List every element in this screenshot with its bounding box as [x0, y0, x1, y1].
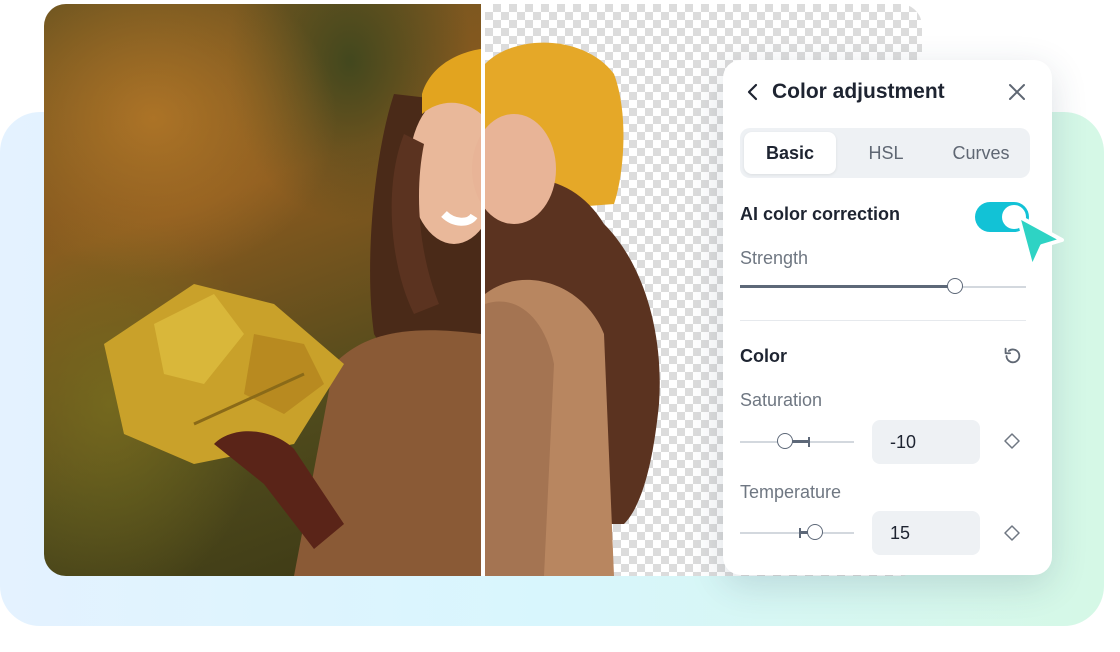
- ai-color-correction-label: AI color correction: [740, 204, 901, 224]
- saturation-label: Saturation: [740, 390, 823, 410]
- temperature-input[interactable]: [872, 511, 980, 555]
- tab-hsl[interactable]: HSL: [840, 132, 932, 174]
- left-person: [104, 49, 499, 576]
- saturation-input[interactable]: [872, 420, 980, 464]
- temperature-label: Temperature: [740, 482, 842, 502]
- tab-curves[interactable]: Curves: [936, 132, 1026, 174]
- right-person: [472, 42, 660, 576]
- color-section-label: Color: [740, 346, 787, 366]
- color-adjustment-panel: Color adjustment Basic HSL Curves AI col…: [723, 60, 1052, 575]
- temperature-slider-track[interactable]: [740, 532, 854, 534]
- strength-slider-thumb[interactable]: [946, 278, 963, 294]
- saturation-slider-thumb[interactable]: [777, 433, 793, 449]
- temperature-slider-thumb[interactable]: [807, 524, 823, 540]
- strength-slider-fill: [740, 285, 955, 288]
- compare-divider[interactable]: [481, 4, 485, 576]
- saturation-center-tick: [808, 437, 810, 447]
- mouse-pointer-icon: [1016, 214, 1064, 270]
- strength-label: Strength: [740, 248, 809, 268]
- keyframe-diamond-icon[interactable]: [1003, 432, 1021, 450]
- temperature-center-tick: [799, 528, 801, 538]
- divider: [740, 320, 1026, 321]
- keyframe-diamond-icon[interactable]: [1003, 524, 1021, 542]
- tab-basic[interactable]: Basic: [744, 132, 836, 174]
- close-icon[interactable]: [1005, 80, 1029, 104]
- reset-icon[interactable]: [1001, 345, 1023, 367]
- tab-bar: Basic HSL Curves: [740, 128, 1030, 178]
- chevron-left-icon[interactable]: [741, 80, 765, 104]
- panel-title: Color adjustment: [772, 80, 945, 103]
